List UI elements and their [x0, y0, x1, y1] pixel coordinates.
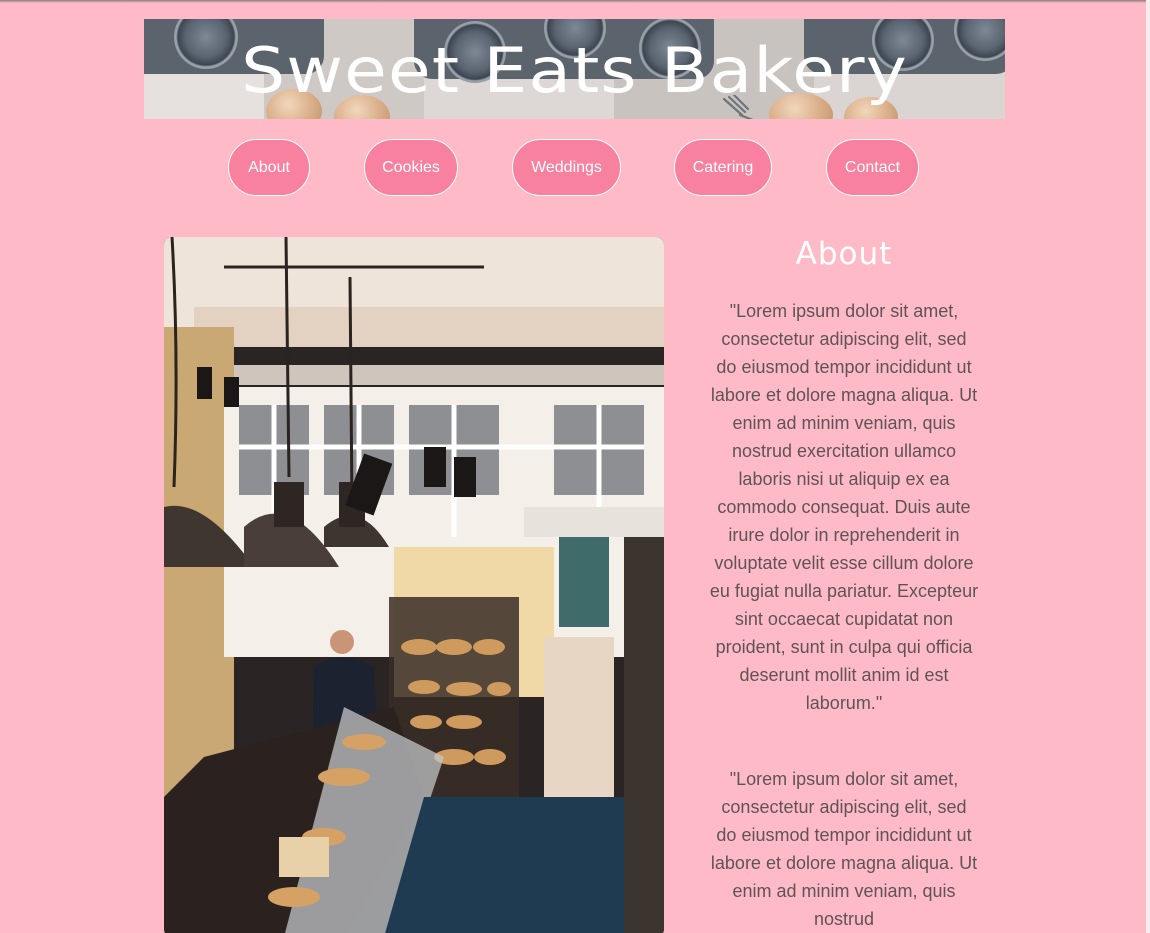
- page-edge: [1146, 0, 1150, 933]
- nav-cookies-button[interactable]: Cookies: [364, 139, 458, 196]
- nav-contact-button[interactable]: Contact: [826, 139, 919, 196]
- nav-catering-button[interactable]: Catering: [674, 139, 772, 196]
- top-shadow: [0, 0, 1150, 3]
- bakery-interior-illustration: [164, 237, 664, 933]
- about-paragraph: "Lorem ipsum dolor sit amet, consectetur…: [709, 301, 979, 713]
- header-banner: Sweet Eats Bakery: [144, 19, 1005, 119]
- nav-weddings-button[interactable]: Weddings: [512, 139, 621, 196]
- bakery-interior-photo: [164, 237, 664, 933]
- nav-about-button[interactable]: About: [228, 139, 310, 196]
- about-heading: About: [795, 236, 893, 272]
- about-paragraph: "Lorem ipsum dolor sit amet, consectetur…: [710, 769, 978, 929]
- site-title: Sweet Eats Bakery: [241, 34, 908, 107]
